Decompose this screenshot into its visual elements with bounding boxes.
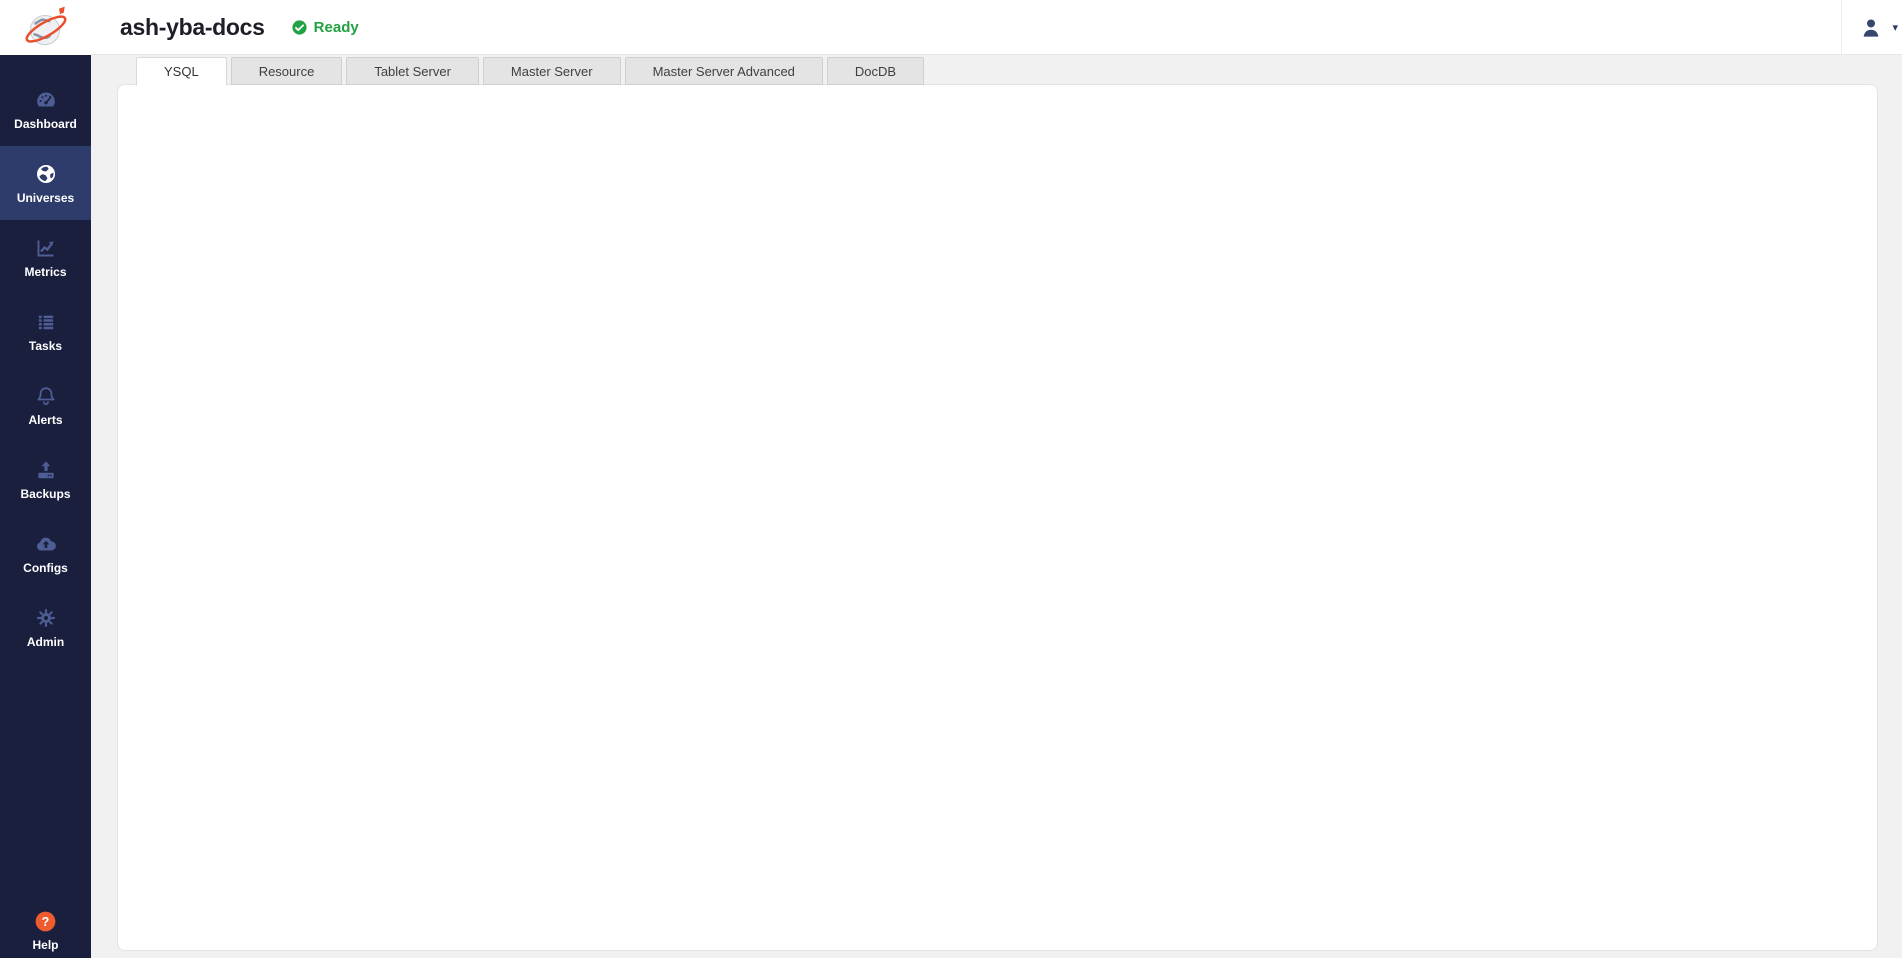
header: ash-yba-docs Ready ▾	[91, 0, 1902, 55]
sidebar-item-admin[interactable]: Admin	[0, 590, 91, 664]
dashboard-icon	[34, 88, 58, 112]
sidebar-item-label: Tasks	[29, 339, 62, 353]
sidebar-item-label: Backups	[20, 487, 70, 501]
sidebar-item-metrics[interactable]: Metrics	[0, 220, 91, 294]
backups-icon	[34, 458, 58, 482]
tab-master-server[interactable]: Master Server	[483, 57, 621, 85]
universe-title: ash-yba-docs	[120, 14, 265, 41]
sidebar-item-label: Admin	[27, 635, 64, 649]
sidebar-item-label: Configs	[23, 561, 68, 575]
sidebar-item-label: Help	[32, 938, 58, 952]
planet-rocket-logo-icon	[21, 3, 71, 53]
metrics-card	[117, 84, 1878, 951]
status-badge: Ready	[291, 19, 359, 36]
user-menu[interactable]: ▾	[1841, 0, 1902, 55]
metrics-icon	[34, 236, 58, 260]
user-icon	[1858, 15, 1884, 41]
sidebar-item-backups[interactable]: Backups	[0, 442, 91, 516]
admin-gear-icon	[34, 606, 58, 630]
check-circle-icon	[291, 19, 308, 36]
tasks-icon	[34, 310, 58, 334]
sidebar-item-universes[interactable]: Universes	[0, 146, 91, 220]
svg-text:?: ?	[42, 915, 50, 929]
sidebar-item-dashboard[interactable]: Dashboard	[0, 72, 91, 146]
app-logo[interactable]	[0, 0, 91, 55]
tab-ysql[interactable]: YSQL	[136, 57, 227, 86]
tab-tablet-server[interactable]: Tablet Server	[346, 57, 479, 85]
tab-resource[interactable]: Resource	[231, 57, 343, 85]
sidebar-item-label: Metrics	[24, 265, 66, 279]
metrics-tabbar: YSQLResourceTablet ServerMaster ServerMa…	[136, 57, 924, 85]
tab-docdb[interactable]: DocDB	[827, 57, 924, 85]
sidebar: Dashboard Universes Metrics Tasks Alerts Back…	[0, 0, 91, 958]
sidebar-item-label: Universes	[17, 191, 74, 205]
sidebar-item-label: Alerts	[28, 413, 62, 427]
sidebar-nav: Dashboard Universes Metrics Tasks Alerts Back…	[0, 72, 91, 664]
alerts-bell-icon	[34, 384, 58, 408]
status-text: Ready	[314, 19, 359, 36]
chevron-down-icon: ▾	[1892, 21, 1898, 34]
sidebar-item-configs[interactable]: Configs	[0, 516, 91, 590]
sidebar-item-alerts[interactable]: Alerts	[0, 368, 91, 442]
sidebar-item-help[interactable]: ? Help	[0, 909, 91, 952]
tab-master-server-advanced[interactable]: Master Server Advanced	[625, 57, 823, 85]
sidebar-item-tasks[interactable]: Tasks	[0, 294, 91, 368]
configs-cloud-icon	[34, 532, 58, 556]
universe-globe-icon	[34, 162, 58, 186]
sidebar-item-label: Dashboard	[14, 117, 77, 131]
help-icon: ?	[33, 909, 58, 934]
